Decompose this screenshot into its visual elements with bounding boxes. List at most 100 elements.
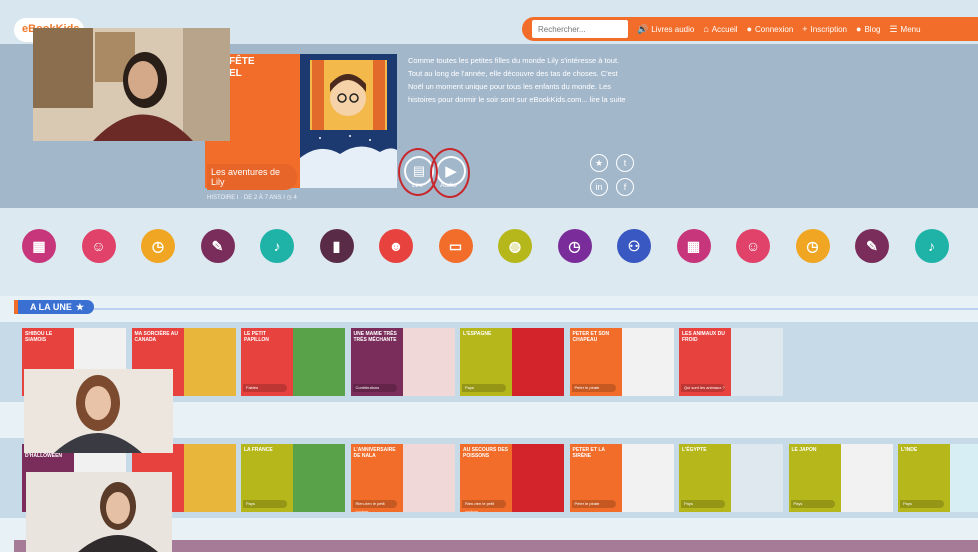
category-abc-blocks-button[interactable]: ▦ [22, 229, 56, 263]
book-card[interactable]: LE PETIT PAPILLON Fables [241, 328, 345, 396]
nav-menu[interactable]: ☰ Menu [889, 24, 920, 35]
book-card[interactable]: L'INDE Pays [898, 444, 978, 512]
book-card-illustration [293, 444, 345, 512]
webcam-video-2 [24, 369, 173, 453]
book-card-title: PETER ET SON CHAPEAU [572, 331, 610, 343]
clock-icon: ◷ [806, 237, 819, 254]
book-card-illustration [731, 444, 783, 512]
favorite-star-icon[interactable]: ★ [590, 154, 608, 172]
girl-face-icon: ☺ [745, 238, 761, 254]
book-card[interactable]: PETER ET SON CHAPEAU Peter le pirate [569, 328, 674, 396]
book-card-title-panel: L'INDE Pays [898, 444, 950, 512]
highlight-circle [430, 148, 470, 198]
category-girl-face-button[interactable]: ☺ [81, 229, 116, 263]
nav-audio-books[interactable]: 🔊 Livres audio [637, 24, 694, 35]
category-tablet-button[interactable]: ▭ [438, 229, 473, 263]
book-card-title: LES ANIMAUX DU FROID [682, 331, 725, 343]
microphone-icon: ♪ [928, 238, 935, 254]
category-clock-button[interactable]: ◷ [795, 229, 830, 263]
book-card-title-panel: LE PETIT PAPILLON Fables [241, 328, 293, 396]
user-icon: ● [746, 24, 753, 34]
book-card[interactable]: L'ÉGYPTE Pays [679, 444, 783, 512]
book-card-title: L'ÉGYPTE [682, 447, 707, 453]
main-nav: 🔊Livres audio ⌂Accueil ●Connexion +Inscr… [522, 17, 978, 41]
book-card-series-tag: Pays [900, 500, 944, 508]
book-card-illustration [621, 328, 674, 396]
book-card-series-tag: Pays [243, 500, 287, 508]
book-card[interactable]: PETER ET LA SIRÈNE Peter le pirate [569, 444, 674, 512]
monkey-icon: ☻ [388, 238, 404, 254]
book-card-series-tag: Peter le pirate [571, 500, 616, 508]
book-icon: ▮ [332, 237, 341, 254]
book-caption: Les aventures de Lily [207, 164, 297, 190]
clock-icon: ◷ [568, 237, 581, 254]
category-globe-button[interactable]: ◍ [498, 229, 532, 263]
book-cover-illustration[interactable] [300, 54, 397, 188]
facebook-icon[interactable]: f [616, 178, 634, 196]
book-card-title: UNE MAMIE TRÈS TRÈS MÉCHANTE [353, 331, 397, 343]
book-card-illustration [512, 444, 564, 512]
twitter-icon[interactable]: t [616, 154, 634, 172]
microphone-icon: ♪ [273, 238, 281, 254]
book-card-illustration [183, 328, 236, 396]
book-card-title: PETER ET LA SIRÈNE [572, 447, 605, 459]
book-card-title: AU SECOURS DES POISSONS [463, 447, 509, 459]
globe-icon: ◍ [508, 237, 522, 254]
category-pen-button[interactable]: ✎ [200, 229, 235, 263]
book-card-illustration [402, 444, 455, 512]
book-card-series-tag: Pays [681, 500, 725, 508]
category-monkey-button[interactable]: ☻ [379, 229, 413, 263]
book-description: Comme toutes les petites filles du monde… [408, 56, 626, 104]
book-card[interactable]: UNE MAMIE TRÈS TRÈS MÉCHANTE Contribution… [350, 328, 455, 396]
book-card[interactable]: AU SECOURS DES POISSONS Rien-rien le peti… [460, 444, 564, 512]
book-title-fragment: FÊTE EL [229, 56, 255, 79]
category-clock-button[interactable]: ◷ [557, 229, 592, 263]
book-card-title: LE PETIT PAPILLON [244, 331, 269, 343]
book-card-title-panel: AU SECOURS DES POISSONS Rien-rien le peti… [460, 444, 512, 512]
book-meta: HISTOIRE I · DE 2 À 7 ANS I ◷ 4 [207, 195, 297, 201]
book-card-series-tag: Pays [462, 384, 506, 392]
book-card-title: LE JAPON [791, 447, 817, 453]
book-card-illustration [402, 328, 455, 396]
speaker-icon: 🔊 [637, 23, 649, 34]
book-card-title: SHIBOU LE SIAMOIS [25, 331, 53, 343]
book-card-title: MA SORCIÈRE AU CANADA [134, 331, 179, 343]
nav-home[interactable]: ⌂ Accueil [703, 24, 737, 34]
category-pen-button[interactable]: ✎ [855, 229, 889, 263]
nav-login[interactable]: ● Connexion [747, 24, 794, 34]
category-group-button[interactable]: ⚇ [617, 229, 651, 263]
book-card-illustration [950, 444, 978, 512]
book-card[interactable]: LES ANIMAUX DU FROID Qui sont les animaux… [679, 328, 783, 396]
book-card-title-panel: L'ESPAGNE Pays [460, 328, 512, 396]
category-clock-button[interactable]: ◷ [141, 229, 175, 263]
linkedin-icon[interactable]: in [590, 178, 608, 196]
book-card[interactable]: LE JAPON Pays [788, 444, 893, 512]
category-microphone-button[interactable]: ♪ [260, 229, 294, 263]
abc-blocks-icon: ▦ [686, 237, 701, 254]
book-card-illustration [293, 328, 345, 396]
category-microphone-button[interactable]: ♪ [914, 229, 949, 263]
nav-signup[interactable]: + Inscription [802, 24, 847, 34]
abc-blocks-icon: ▦ [32, 237, 46, 254]
pen-icon: ✎ [866, 237, 878, 254]
book-card-title-panel: L'ANNIVERSAIRE DE NALA Rien-rien le petit… [350, 444, 403, 512]
book-card-series-tag: Qui sont les animaux ? [681, 384, 725, 392]
book-card[interactable]: LA FRANCE Pays [241, 444, 345, 512]
search-input[interactable] [532, 20, 628, 38]
girl-face-icon: ☺ [91, 238, 106, 254]
book-card[interactable]: L'ESPAGNE Pays [460, 328, 564, 396]
category-abc-blocks-button[interactable]: ▦ [676, 229, 711, 263]
book-card-title-panel: LE JAPON Pays [788, 444, 841, 512]
book-card-title-panel: PETER ET LA SIRÈNE Peter le pirate [569, 444, 622, 512]
category-girl-face-button[interactable]: ☺ [736, 229, 770, 263]
book-card-title: L'INDE [901, 447, 918, 453]
book-card-title-panel: UNE MAMIE TRÈS TRÈS MÉCHANTE Contribution… [350, 328, 403, 396]
webcam-feed-2 [24, 369, 173, 453]
book-card-series-tag: Rien-rien le petit cochon [462, 500, 506, 512]
nav-blog[interactable]: ● Blog [856, 24, 880, 34]
category-book-button[interactable]: ▮ [319, 229, 354, 263]
book-card-title-panel: LA FRANCE Pays [241, 444, 293, 512]
user-plus-icon: + [802, 24, 808, 34]
book-card[interactable]: L'ANNIVERSAIRE DE NALA Rien-rien le petit… [350, 444, 455, 512]
tablet-icon: ▭ [448, 237, 463, 254]
